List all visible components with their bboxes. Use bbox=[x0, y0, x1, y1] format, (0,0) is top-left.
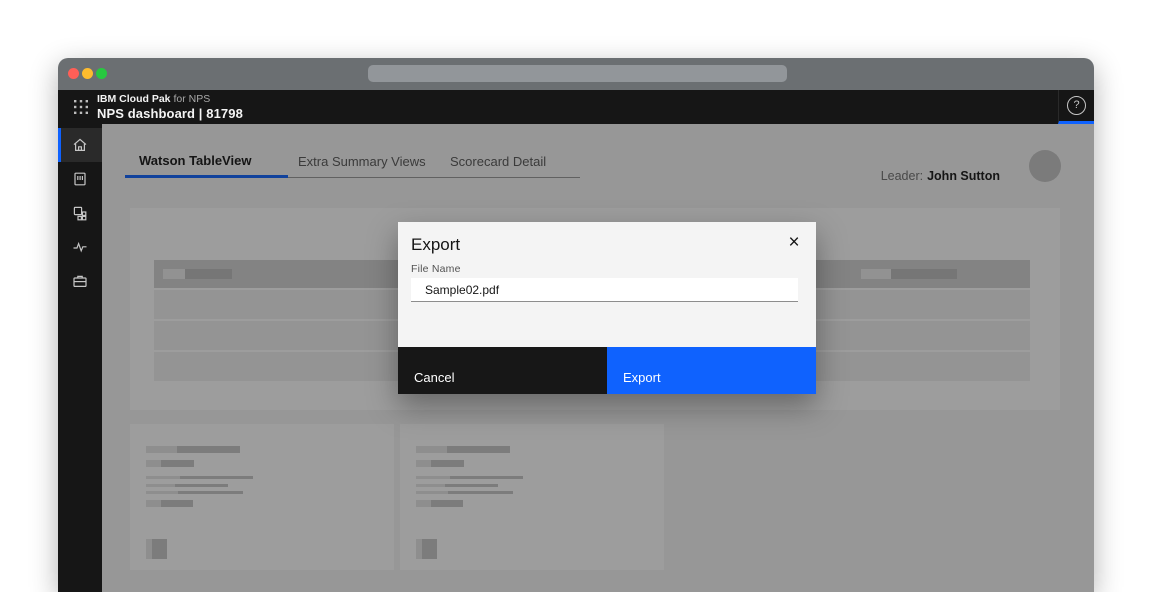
category-objects-icon bbox=[71, 204, 89, 222]
page-title: NPS dashboard | 81798 bbox=[97, 107, 243, 120]
product-name-main: IBM Cloud Pak bbox=[97, 93, 171, 105]
report-icon bbox=[71, 170, 89, 188]
close-window-button[interactable] bbox=[68, 68, 79, 79]
window-body: Watson TableView Extra Summary Views Sco… bbox=[58, 124, 1094, 592]
file-name-input[interactable] bbox=[411, 278, 798, 302]
help-section[interactable]: ? bbox=[1058, 90, 1094, 124]
minimize-window-button[interactable] bbox=[82, 68, 93, 79]
sidebar-item-home[interactable] bbox=[58, 128, 102, 162]
app-switcher-icon[interactable] bbox=[74, 100, 88, 114]
header-titles: IBM Cloud Pakfor NPS NPS dashboard | 817… bbox=[97, 94, 243, 121]
sidebar-item-portfolio[interactable] bbox=[58, 264, 102, 298]
export-button[interactable]: Export bbox=[607, 347, 816, 394]
app-header: IBM Cloud Pakfor NPS NPS dashboard | 817… bbox=[58, 90, 1094, 124]
product-name-suffix: for NPS bbox=[174, 93, 211, 105]
browser-chrome-bar bbox=[58, 58, 1094, 90]
close-icon[interactable]: × bbox=[782, 230, 806, 254]
help-icon[interactable]: ? bbox=[1067, 96, 1086, 115]
home-icon bbox=[71, 136, 89, 154]
maximize-window-button[interactable] bbox=[96, 68, 107, 79]
modal-footer: Cancel Export bbox=[398, 347, 816, 394]
browser-window: IBM Cloud Pakfor NPS NPS dashboard | 817… bbox=[58, 58, 1094, 592]
main-content: Watson TableView Extra Summary Views Sco… bbox=[102, 124, 1094, 592]
sidebar-item-activity[interactable] bbox=[58, 230, 102, 264]
product-name: IBM Cloud Pakfor NPS bbox=[97, 94, 243, 105]
cancel-button[interactable]: Cancel bbox=[398, 347, 607, 394]
screenshot-stage: IBM Cloud Pakfor NPS NPS dashboard | 817… bbox=[0, 0, 1152, 592]
portfolio-icon bbox=[71, 272, 89, 290]
file-name-label: File Name bbox=[411, 263, 461, 275]
address-bar[interactable] bbox=[368, 65, 787, 82]
export-modal: Export × File Name Cancel Export bbox=[398, 222, 816, 394]
side-nav bbox=[58, 124, 102, 592]
sidebar-item-report[interactable] bbox=[58, 162, 102, 196]
sidebar-item-category[interactable] bbox=[58, 196, 102, 230]
modal-title: Export bbox=[411, 235, 460, 255]
activity-icon bbox=[71, 238, 89, 256]
